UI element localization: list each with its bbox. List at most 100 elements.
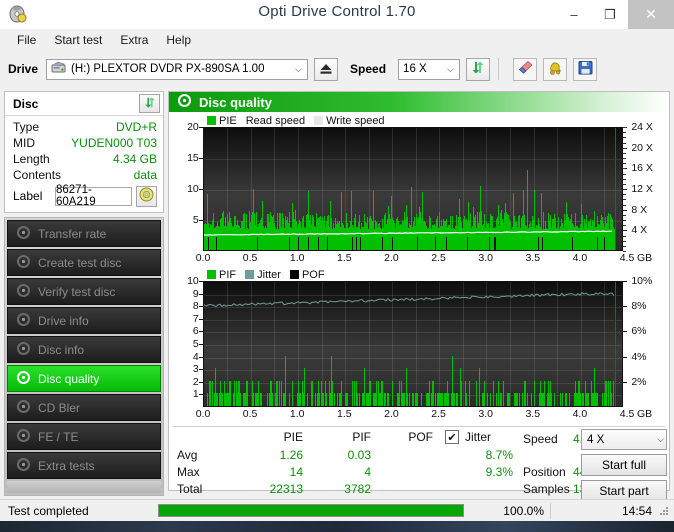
x-tick-label: 2.0: [384, 408, 399, 420]
y2-tick-label: 12 X: [631, 183, 653, 195]
y2-minor-tick: [623, 132, 626, 133]
minimize-button[interactable]: –: [556, 0, 592, 29]
resize-grip[interactable]: [659, 507, 669, 517]
x-axis-unit: GB: [637, 252, 652, 264]
sidebar-item-label: CD Bler: [38, 401, 80, 415]
y2-minor-tick: [623, 168, 626, 169]
pif-y-axis-left: 12345678910: [173, 281, 203, 407]
start-full-button[interactable]: Start full: [581, 454, 667, 476]
save-button[interactable]: [573, 58, 597, 81]
jitter-curve: [204, 282, 624, 407]
disc-burn-icon: [16, 254, 31, 272]
drive-select-value: (H:) PLEXTOR DVDR PX-890SA 1.00: [47, 61, 264, 77]
y2-minor-tick: [623, 236, 626, 237]
speed-select[interactable]: 16 X ⌵: [398, 59, 460, 80]
sidebar-item-verify-test-disc[interactable]: Verify test disc: [7, 278, 161, 305]
read-speed-curve: [204, 128, 624, 251]
eject-button[interactable]: [314, 58, 338, 81]
chevron-down-icon: ⌵: [442, 60, 459, 79]
legend-item-pie: PIE: [207, 115, 237, 127]
disc-label-input[interactable]: 86271-60A219: [55, 187, 132, 206]
disc-panel: Disc Type DVD+R: [4, 91, 164, 213]
disc-row-length: Length 4.34 GB: [13, 151, 157, 167]
legend-swatch-jitter: [245, 270, 254, 279]
disc-row-mid-value: YUDEN000 T03: [71, 136, 157, 150]
cd-bler-icon: [16, 399, 31, 417]
pif-y-axis-right: 2%4%6%8%10%: [623, 281, 665, 407]
status-time: 14:54: [551, 504, 674, 518]
menu-item-help[interactable]: Help: [157, 31, 200, 49]
disc-label-row: Label 86271-60A219: [13, 185, 157, 207]
legend-item-write-speed: Write speed: [314, 115, 385, 127]
disc-verify-icon: [16, 283, 31, 301]
drive-icon: [51, 61, 66, 77]
y2-tick-label: 6%: [631, 325, 646, 337]
sidebar-item-transfer-rate[interactable]: Transfer rate: [7, 220, 161, 247]
x-tick-label: 4.0: [573, 408, 588, 420]
sidebar-item-cd-bler[interactable]: CD Bler: [7, 394, 161, 421]
disc-refresh-button[interactable]: [139, 94, 160, 113]
x-tick-label: 0.5: [243, 408, 258, 420]
refresh-button[interactable]: [466, 58, 490, 81]
y2-tick-label: 10%: [631, 275, 652, 287]
sidebar-item-fe-te[interactable]: FE / TE: [7, 423, 161, 450]
position-marker: [615, 282, 617, 406]
pif-jitter-chart: PIF Jitter POF 12345678910: [173, 268, 665, 422]
sidebar-item-label: Disc quality: [38, 372, 99, 386]
maximize-button[interactable]: ❐: [592, 0, 628, 29]
x-tick-label: 1.5: [337, 408, 352, 420]
window-controls: – ❐ ✕: [556, 0, 674, 29]
pie-y-axis-right: 4 X8 X12 X16 X20 X24 X: [623, 127, 665, 251]
drive-select-text: (H:) PLEXTOR DVDR PX-890SA 1.00: [71, 63, 264, 75]
y2-tick-label: 24 X: [631, 121, 653, 133]
y2-minor-tick: [623, 137, 626, 138]
disc-row-type-value: DVD+R: [116, 120, 157, 134]
sidebar-item-drive-info[interactable]: Drive info: [7, 307, 161, 334]
drive-select[interactable]: (H:) PLEXTOR DVDR PX-890SA 1.00 ⌵: [46, 59, 308, 80]
close-button[interactable]: ✕: [628, 0, 674, 29]
sidebar-item-create-test-disc[interactable]: Create test disc: [7, 249, 161, 276]
pie-plot-row: 5101520 4 X8 X12 X16 X20 X24 X: [173, 127, 665, 251]
y-tick-label: 20: [187, 121, 199, 133]
y2-minor-tick: [623, 230, 626, 231]
y2-minor-tick: [623, 220, 626, 221]
jitter-checkbox[interactable]: ✔: [445, 430, 459, 444]
page-title: Disc quality: [199, 95, 272, 110]
y2-tick-label: 16 X: [631, 162, 653, 174]
sidebar-item-extra-tests[interactable]: Extra tests: [7, 452, 161, 479]
y-tick-label: 15: [187, 152, 199, 164]
disc-label-button[interactable]: [136, 186, 157, 207]
disc-icon: [139, 187, 154, 205]
y2-minor-tick: [623, 189, 626, 190]
disc-row-mid: MID YUDEN000 T03: [13, 135, 157, 151]
sidebar-item-label: FE / TE: [38, 430, 78, 444]
bell-button[interactable]: [543, 58, 567, 81]
x-tick-label: 1.5: [337, 252, 352, 264]
sidebar-item-disc-info[interactable]: Disc info: [7, 336, 161, 363]
menu-item-file[interactable]: File: [8, 31, 45, 49]
sidebar-item-disc-quality[interactable]: Disc quality: [7, 365, 161, 392]
legend-item-jitter: Jitter: [245, 269, 281, 281]
x-axis-unit: GB: [637, 408, 652, 420]
status-message: Test completed: [0, 504, 158, 518]
desktop-background: [0, 521, 674, 532]
x-tick-label: 1.0: [290, 408, 305, 420]
y2-minor-tick: [623, 210, 626, 211]
x-tick-label: 3.5: [525, 408, 540, 420]
stats-max-pif: 4: [319, 465, 371, 479]
statistics-panel: PIE PIF POF ✔ Jitter Avg 1.26 0.03 8.7% …: [173, 426, 665, 503]
disc-row-type: Type DVD+R: [13, 119, 157, 135]
test-speed-select[interactable]: 4 X ⌵: [581, 429, 667, 450]
legend-swatch-pof: [290, 270, 299, 279]
disc-info-list: Type DVD+R MID YUDEN000 T03 Length 4.34 …: [5, 116, 163, 212]
y2-tick-label: 4%: [631, 351, 646, 363]
y2-minor-tick: [623, 199, 626, 200]
y2-minor-tick: [623, 143, 626, 144]
x-tick-label: 3.0: [478, 252, 493, 264]
erase-button[interactable]: [513, 58, 537, 81]
y2-minor-tick: [623, 158, 626, 159]
menu-item-start-test[interactable]: Start test: [45, 31, 111, 49]
y2-minor-tick: [623, 246, 626, 247]
menu-item-extra[interactable]: Extra: [111, 31, 157, 49]
stats-avg-pif: 0.03: [319, 448, 371, 462]
